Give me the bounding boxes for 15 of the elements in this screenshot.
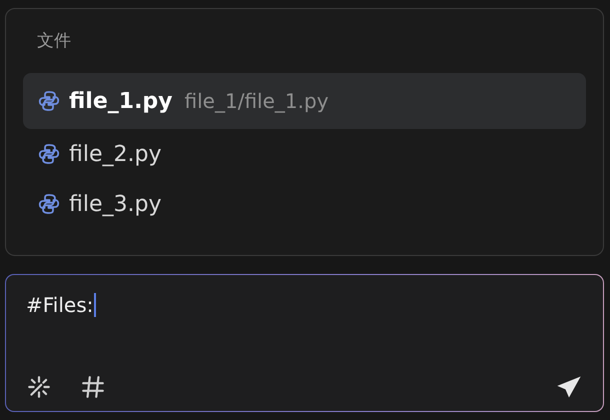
file-item[interactable]: file_3.py <box>23 179 586 229</box>
message-field[interactable]: #Files: <box>26 293 96 317</box>
file-item[interactable]: file_2.py <box>23 129 586 179</box>
file-item[interactable]: file_1.py file_1/file_1.py <box>23 73 586 129</box>
file-name: file_3.py <box>69 192 162 216</box>
python-file-icon <box>37 142 61 166</box>
text-cursor <box>94 293 96 317</box>
file-name: file_2.py <box>69 142 162 166</box>
python-file-icon <box>37 89 61 113</box>
file-path: file_1/file_1.py <box>184 89 329 113</box>
file-name: file_1.py <box>69 88 173 114</box>
hash-icon[interactable] <box>80 374 106 400</box>
section-heading: 文件 <box>37 30 72 53</box>
sparkle-icon[interactable] <box>26 374 52 400</box>
python-file-icon <box>37 192 61 216</box>
